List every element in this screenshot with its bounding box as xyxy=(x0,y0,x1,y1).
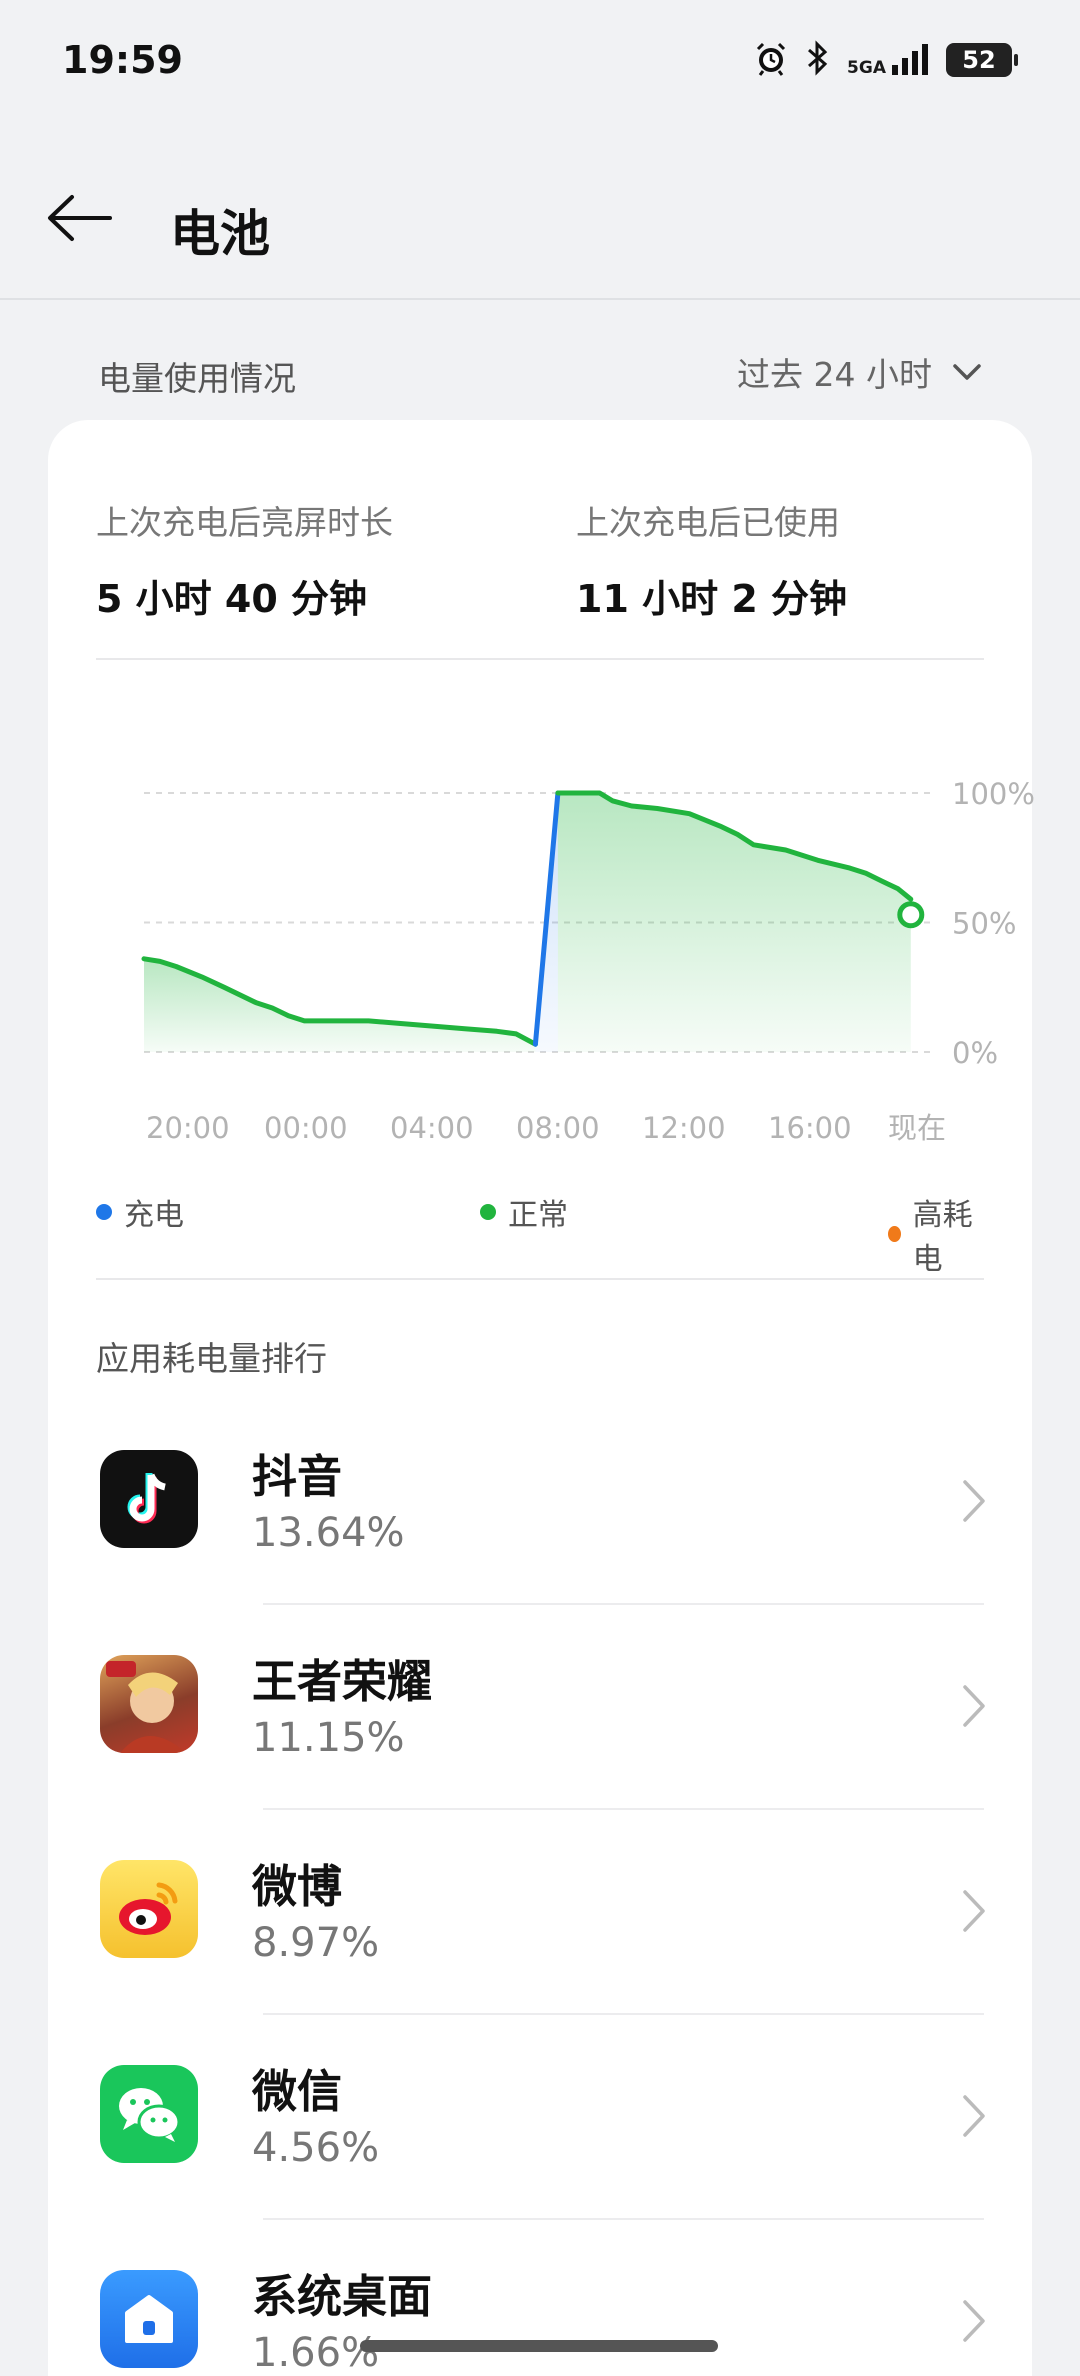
app-row-douyin[interactable]: 抖音 13.64% xyxy=(48,1400,1032,1605)
usage-time-stat: 上次充电后已使用 11 小时 2 分钟 xyxy=(576,496,847,623)
screen-time-label: 上次充电后亮屏时长 xyxy=(96,503,393,542)
legend-dot xyxy=(480,1204,496,1220)
divider xyxy=(96,1278,984,1280)
app-percent: 4.56% xyxy=(252,2125,380,2171)
screen-time-value: 5 小时 40 分钟 xyxy=(96,577,368,621)
x-tick-label: 20:00 xyxy=(146,1111,230,1145)
home-indicator[interactable] xyxy=(360,2340,718,2352)
app-name: 系统桌面 xyxy=(252,2270,433,2323)
y-tick-label: 0% xyxy=(952,1036,998,1070)
series-area xyxy=(144,958,536,1052)
back-arrow-icon xyxy=(48,195,112,241)
battery-chart: 100% 50% 0% 20:00 00:00 04:00 08:00 12:00 16:00… xyxy=(141,777,1035,1145)
legend-dot xyxy=(96,1204,112,1220)
current-level-marker xyxy=(897,901,925,929)
usage-section-title: 电量使用情况 xyxy=(98,359,296,398)
app-name: 抖音 xyxy=(252,1450,343,1503)
legend-charging: 充电 xyxy=(96,1190,184,1234)
honor-of-kings-icon xyxy=(100,1655,198,1753)
signal-icon: 5GA xyxy=(847,43,930,77)
app-row-wechat[interactable]: 微信 4.56% xyxy=(48,2015,1032,2220)
chevron-right-icon xyxy=(963,2300,985,2342)
app-percent: 13.64% xyxy=(252,1510,405,1556)
launcher-icon xyxy=(100,2270,198,2368)
app-name: 微信 xyxy=(252,2065,343,2118)
app-name: 王者荣耀 xyxy=(252,1655,433,1708)
app-percent: 11.15% xyxy=(252,1715,405,1761)
legend-normal: 正常 xyxy=(480,1190,568,1234)
chart-legend: 充电 正常 高耗电 xyxy=(96,1190,984,1277)
status-time: 19:59 xyxy=(62,38,183,82)
x-tick-label: 08:00 xyxy=(516,1111,600,1145)
app-name: 微博 xyxy=(252,1860,343,1913)
legend-label: 充电 xyxy=(124,1198,184,1233)
wechat-icon xyxy=(100,2065,198,2163)
y-tick-label: 100% xyxy=(952,777,1035,811)
status-icons: 5GA 52 xyxy=(753,40,1018,80)
chevron-right-icon xyxy=(963,2095,985,2137)
page-title: 电池 xyxy=(170,205,270,263)
status-bar: 19:59 5GA 52 xyxy=(0,0,1080,128)
usage-time-label: 上次充电后已使用 xyxy=(576,503,840,542)
x-tick-label: 12:00 xyxy=(642,1111,726,1145)
app-percent: 8.97% xyxy=(252,1920,380,1966)
x-tick-label: 16:00 xyxy=(768,1111,852,1145)
battery-card: 上次充电后亮屏时长 5 小时 40 分钟 上次充电后已使用 11 小时 2 分钟… xyxy=(48,420,1035,2376)
chevron-right-icon xyxy=(963,1685,985,1727)
back-button[interactable] xyxy=(46,188,122,248)
app-row-launcher[interactable]: 系统桌面 1.66% xyxy=(48,2220,1032,2376)
chevron-down-icon xyxy=(953,364,981,380)
usage-time-value: 11 小时 2 分钟 xyxy=(576,577,848,621)
legend-dot xyxy=(888,1226,901,1242)
chevron-right-icon xyxy=(963,1480,985,1522)
legend-label: 正常 xyxy=(508,1198,568,1233)
battery-icon: 52 xyxy=(946,43,1018,77)
legend-label: 高耗电 xyxy=(912,1198,973,1277)
network-type: 5GA xyxy=(847,58,886,78)
y-tick-label: 50% xyxy=(952,907,1016,941)
app-ranking-title: 应用耗电量排行 xyxy=(96,1339,327,1378)
x-tick-label: 00:00 xyxy=(264,1111,348,1145)
app-row-honor-of-kings[interactable]: 王者荣耀 11.15% xyxy=(48,1605,1032,1810)
app-bar: 电池 xyxy=(0,128,1080,300)
douyin-icon xyxy=(100,1450,198,1548)
screen-time-stat: 上次充电后亮屏时长 5 小时 40 分钟 xyxy=(96,496,393,623)
alarm-icon xyxy=(753,40,789,80)
chevron-right-icon xyxy=(963,1890,985,1932)
weibo-icon xyxy=(100,1860,198,1958)
x-tick-label: 04:00 xyxy=(390,1111,474,1145)
time-range-dropdown[interactable]: 过去 24 小时 xyxy=(737,348,982,396)
time-range-label: 过去 24 小时 xyxy=(737,355,932,394)
app-row-weibo[interactable]: 微博 8.97% xyxy=(48,1810,1032,2015)
bluetooth-icon xyxy=(805,40,831,80)
usage-section-header: 电量使用情况 过去 24 小时 xyxy=(98,348,982,398)
battery-level: 52 xyxy=(962,46,996,74)
legend-high-drain: 高耗电 xyxy=(888,1190,984,1278)
divider xyxy=(96,658,984,660)
app-percent: 1.66% xyxy=(252,2330,380,2376)
x-tick-label: 现在 xyxy=(888,1111,946,1145)
